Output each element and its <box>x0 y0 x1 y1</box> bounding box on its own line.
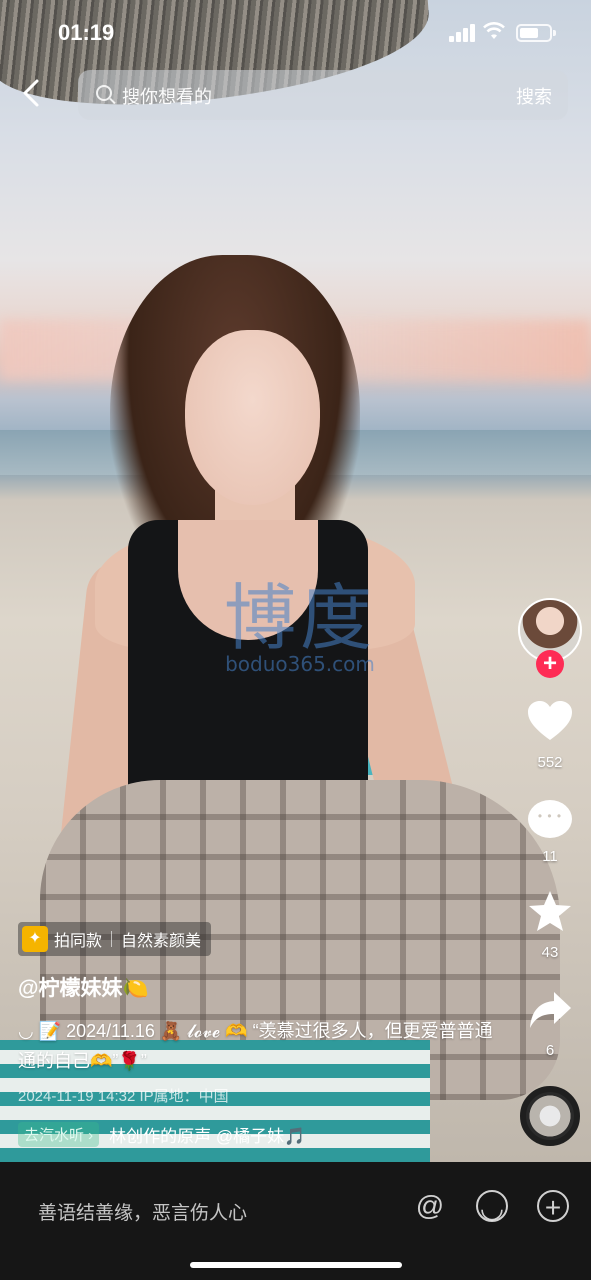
comment-input[interactable]: 善语结善缘，恶言伤人心 <box>38 1198 247 1225</box>
comment-count: 11 <box>542 848 558 865</box>
video-caption: ◡ 📝 2024/11.16 🧸 𝓵𝓸𝓿𝓮 🫶 “羡慕过很多人，但更爱普普通通的… <box>18 1021 493 1071</box>
comment-button[interactable]: 11 <box>518 798 582 865</box>
back-button[interactable] <box>20 78 50 114</box>
share-button[interactable]: 6 <box>518 990 582 1059</box>
tag-same-style[interactable]: 拍同款 <box>54 927 102 951</box>
favorite-count: 43 <box>541 944 559 961</box>
music-disc[interactable] <box>520 1086 580 1146</box>
share-icon <box>518 990 582 1040</box>
search-bar[interactable]: 搜你想看的 搜索 <box>78 70 568 120</box>
plus-icon[interactable]: + <box>537 1190 569 1223</box>
search-icon <box>96 85 112 101</box>
qishui-link[interactable]: 去汽水听 › <box>18 1121 100 1147</box>
share-count: 6 <box>545 1042 555 1059</box>
watermark-text: 博度 <box>223 576 376 660</box>
home-indicator <box>190 1262 402 1268</box>
battery-level <box>520 28 538 38</box>
tag-bar[interactable]: ✦ 拍同款 自然素颜美 <box>18 922 212 956</box>
star-icon <box>518 890 582 942</box>
post-meta: 2024-11-19 14:32 IP属地：中国 <box>18 1088 229 1105</box>
cellular-signal-icon <box>449 24 475 42</box>
search-input[interactable]: 搜你想看的 <box>122 83 212 109</box>
at-icon[interactable]: @ <box>414 1190 446 1222</box>
person-face <box>185 330 320 505</box>
music-row[interactable]: 去汽水听 › 林创作的原声 @橘子妹🎵 <box>18 1120 414 1148</box>
heart-icon <box>518 700 582 752</box>
like-button[interactable]: 552 <box>518 700 582 771</box>
music-title[interactable]: 林创作的原声 @橘子妹🎵 <box>109 1122 414 1147</box>
wifi-icon <box>483 22 505 44</box>
battery-icon <box>516 24 556 42</box>
emoji-icon[interactable]: ◡ <box>476 1190 508 1223</box>
sparkle-icon: ✦ <box>22 926 48 952</box>
status-time: 01:19 <box>58 20 115 45</box>
like-count: 552 <box>537 754 563 771</box>
watermark-url: boduo365.com <box>225 652 375 676</box>
favorite-button[interactable]: 43 <box>518 890 582 961</box>
author-name[interactable]: @柠檬妹妹🍋 <box>18 972 149 1002</box>
tag-natural-beauty[interactable]: 自然素颜美 <box>121 927 201 951</box>
status-bar: 01:19 <box>0 0 591 64</box>
chevron-left-icon <box>23 79 39 107</box>
search-button[interactable]: 搜索 <box>516 83 552 109</box>
watermark: 博度 boduo365.com <box>210 582 390 676</box>
comment-icon <box>528 800 572 838</box>
follow-button[interactable]: + <box>536 650 564 678</box>
